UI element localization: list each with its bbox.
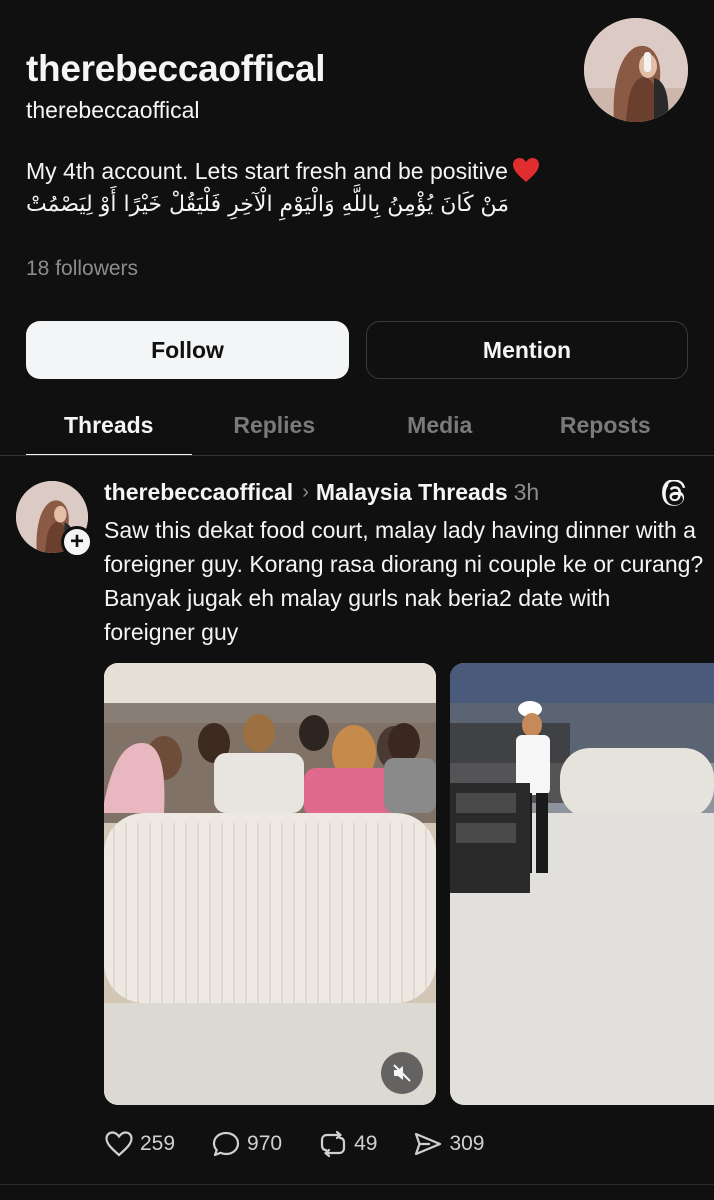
post-body: Saw this dekat food court, malay lady ha… [104,517,704,645]
tab-reposts[interactable]: Reposts [523,400,689,456]
post-community[interactable]: Malaysia Threads [316,479,508,506]
bio-line-1: My 4th account. Lets start fresh and be … [26,153,540,193]
profile-handle[interactable]: therebeccaoffical [26,97,199,124]
post-divider [0,1184,714,1185]
tab-replies[interactable]: Replies [192,400,358,456]
post-header: therebeccaoffical › Malaysia Threads 3h [104,479,539,506]
profile-avatar[interactable] [584,18,688,122]
follow-plus-icon[interactable]: + [61,526,93,558]
post-image-2[interactable] [450,663,714,1105]
follow-button[interactable]: Follow [26,321,349,379]
repost-icon [320,1130,346,1158]
repost-count: 49 [354,1132,378,1155]
like-action[interactable]: 259 [104,1130,175,1158]
food-court-photo-image [450,663,714,1105]
comment-icon [212,1131,240,1157]
chevron-right-icon: › [302,481,309,503]
post-timestamp: 3h [513,479,540,505]
repost-action[interactable]: 49 [318,1130,377,1158]
comment-action[interactable]: 970 [211,1130,282,1158]
profile-photo-icon [584,18,688,122]
followers-count[interactable]: 18 followers [26,257,138,281]
post-video[interactable] [104,663,436,1105]
bio-text: My 4th account. Lets start fresh and be … [26,158,508,184]
heart-emoji-icon [512,157,540,193]
mute-icon[interactable] [381,1052,423,1094]
profile-tabs: Threads Replies Media Reposts [26,400,688,456]
heart-icon [105,1131,133,1157]
comment-count: 970 [247,1132,283,1155]
send-icon [415,1132,442,1156]
share-action[interactable]: 309 [413,1130,485,1158]
tabs-divider [0,455,714,456]
bio-line-2-arabic: مَنْ كَانَ يُؤْمِنُ بِاللَّهِ وَالْيَوْم… [26,192,510,217]
mention-button[interactable]: Mention [366,321,688,379]
food-court-video-image [104,663,436,1105]
post-actions: 259 970 49 309 [104,1125,521,1163]
share-count: 309 [449,1132,485,1155]
tab-media[interactable]: Media [357,400,523,456]
tab-threads[interactable]: Threads [26,400,192,456]
threads-logo-icon[interactable] [662,479,688,508]
like-count: 259 [140,1132,176,1155]
post-author[interactable]: therebeccaoffical [104,479,293,506]
profile-name: therebeccaoffical [26,48,326,89]
